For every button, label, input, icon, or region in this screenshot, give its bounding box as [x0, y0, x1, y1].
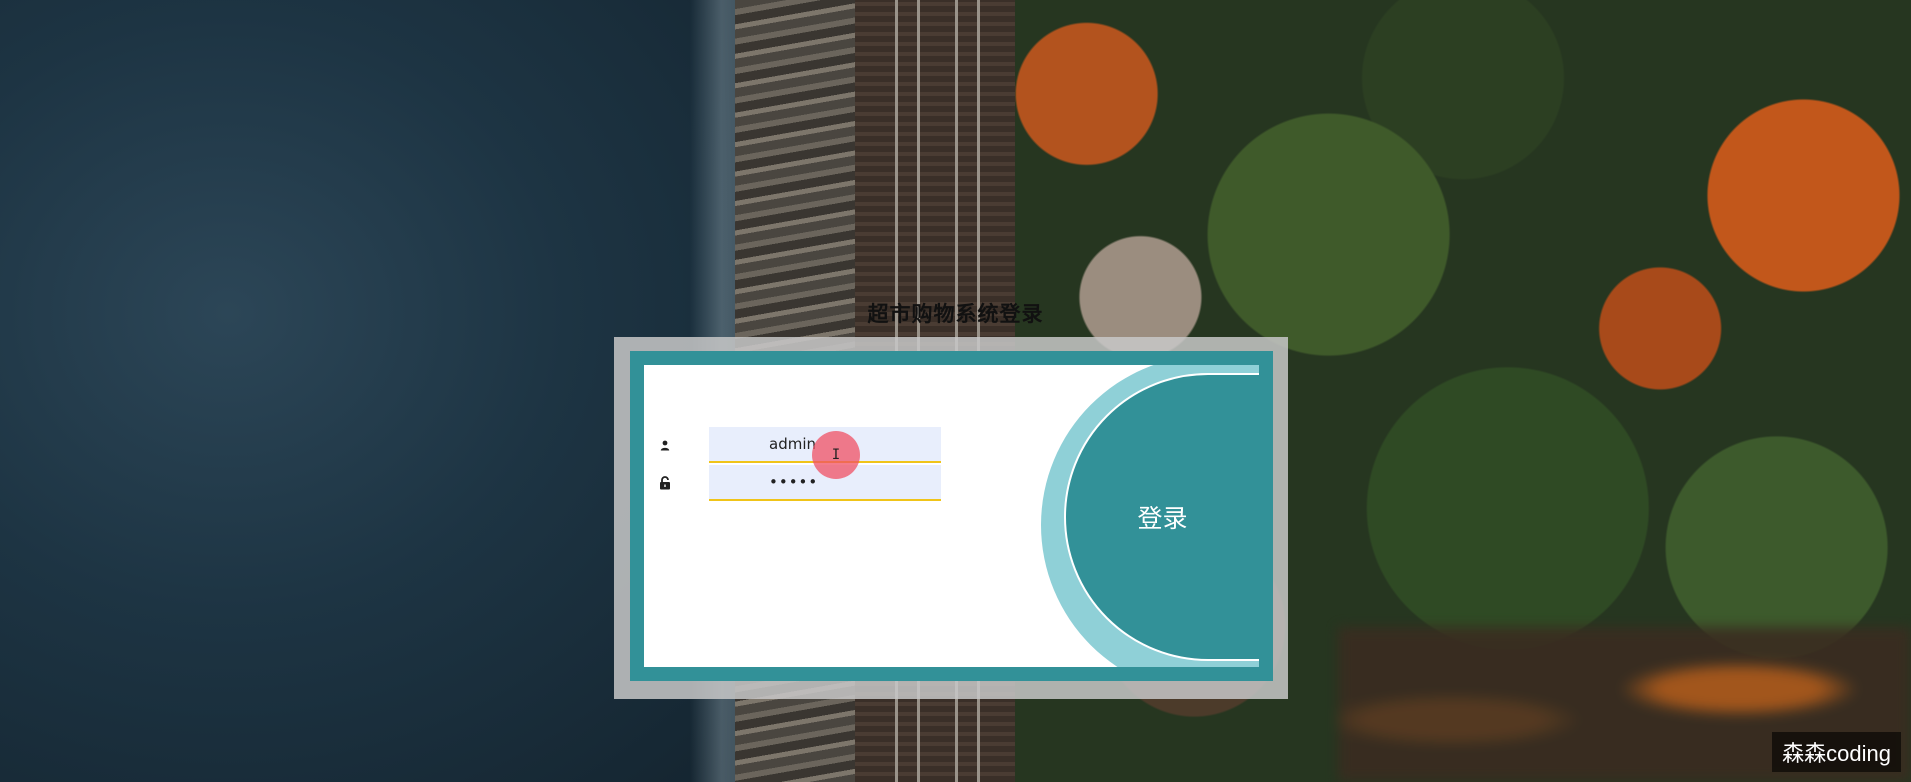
page-title: 超市购物系统登录 — [867, 302, 1044, 326]
username-row — [658, 427, 958, 463]
password-row — [658, 465, 958, 501]
text-cursor-icon: I — [831, 447, 841, 463]
watermark: 森森coding — [1772, 732, 1901, 772]
lock-icon — [658, 475, 672, 491]
user-icon — [658, 437, 672, 453]
mouse-cursor-indicator: I — [812, 431, 860, 479]
login-frame: 登录 — [630, 351, 1273, 681]
login-panel: 登录 — [614, 337, 1288, 699]
login-button-label: 登录 — [1137, 504, 1188, 533]
login-card: 登录 — [644, 365, 1259, 667]
login-page: 超市购物系统登录 admin ••••• 登录 I 森森coding — [0, 0, 1911, 782]
